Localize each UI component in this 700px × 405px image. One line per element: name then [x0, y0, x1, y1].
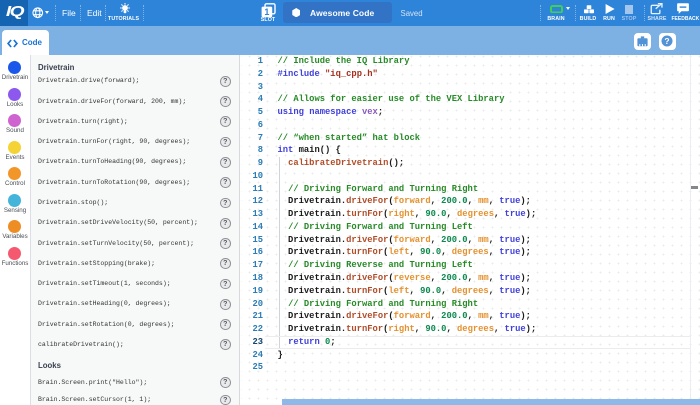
svg-text:1: 1: [264, 7, 269, 17]
svg-text:?: ?: [664, 36, 669, 46]
